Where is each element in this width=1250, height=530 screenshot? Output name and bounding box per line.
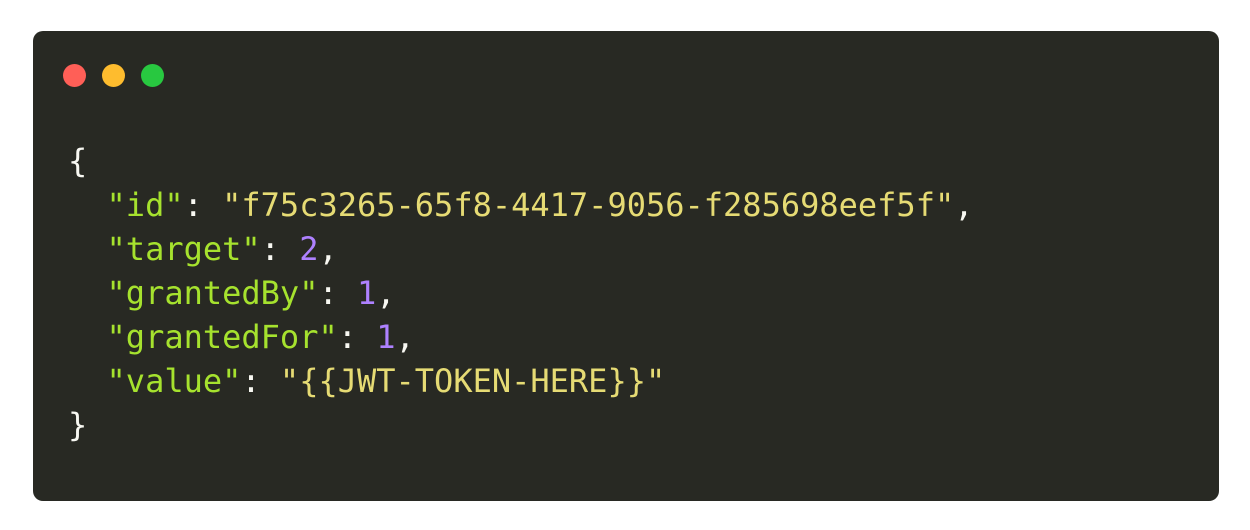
window-controls (63, 64, 164, 87)
comma: , (395, 318, 415, 356)
json-value: 2 (299, 230, 319, 268)
comma: , (954, 186, 974, 224)
code-line-grantedfor: "grantedFor": 1, (68, 315, 973, 359)
open-brace: { (68, 142, 88, 180)
maximize-dot-icon[interactable] (141, 64, 164, 87)
json-value: 1 (356, 274, 377, 312)
json-value: "f75c3265-65f8-4417-9056-f285698eef5f" (222, 186, 955, 224)
close-brace: } (68, 406, 88, 444)
colon: : (260, 230, 300, 268)
code-line-target: "target": 2, (68, 227, 973, 271)
minimize-dot-icon[interactable] (102, 64, 125, 87)
comma: , (376, 274, 396, 312)
comma: , (318, 230, 338, 268)
json-key: "id" (106, 186, 184, 224)
json-value: "{{JWT-TOKEN-HERE}}" (279, 362, 666, 400)
json-value: 1 (376, 318, 396, 356)
colon: : (183, 186, 223, 224)
code-line-value: "value": "{{JWT-TOKEN-HERE}}" (68, 359, 973, 403)
colon: : (241, 362, 280, 400)
close-dot-icon[interactable] (63, 64, 86, 87)
json-key: "target" (106, 230, 261, 268)
colon: : (318, 274, 357, 312)
code-line-id: "id": "f75c3265-65f8-4417-9056-f285698ee… (68, 183, 974, 227)
colon: : (337, 318, 377, 356)
json-key: "grantedFor" (106, 318, 338, 356)
json-key: "value" (106, 362, 242, 400)
json-key: "grantedBy" (106, 274, 319, 312)
code-window: { "id": "f75c3265-65f8-4417-9056-f285698… (33, 31, 1219, 501)
json-code-block: { "id": "f75c3265-65f8-4417-9056-f285698… (68, 139, 973, 447)
code-line-grantedby: "grantedBy": 1, (68, 271, 973, 315)
